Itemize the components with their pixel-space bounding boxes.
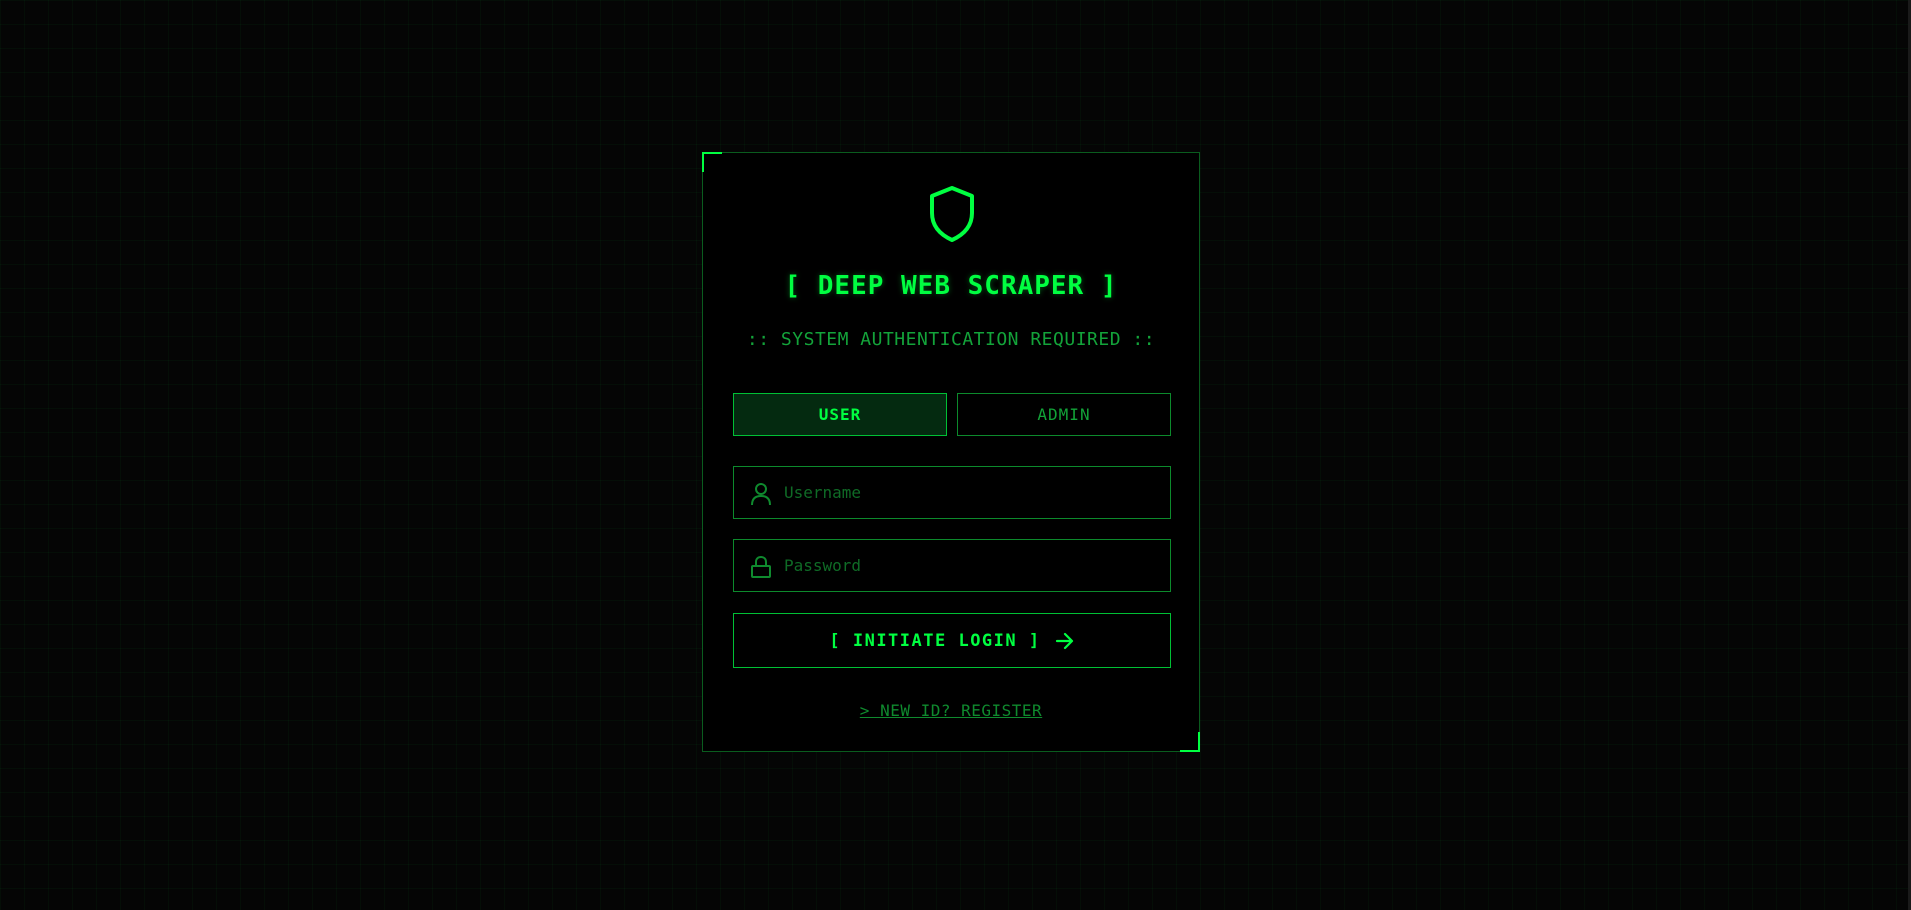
username-input[interactable] <box>784 467 1154 518</box>
register-link[interactable]: > NEW ID? REGISTER <box>703 701 1199 720</box>
password-input[interactable] <box>784 540 1154 591</box>
login-button-label: [ INITIATE LOGIN ] <box>829 630 1041 651</box>
role-tab-user[interactable]: USER <box>733 393 947 436</box>
user-icon <box>751 483 771 506</box>
role-tab-admin[interactable]: ADMIN <box>957 393 1171 436</box>
login-card: [ DEEP WEB SCRAPER ] :: SYSTEM AUTHENTIC… <box>702 152 1200 752</box>
auth-subtitle: :: SYSTEM AUTHENTICATION REQUIRED :: <box>746 329 1156 350</box>
shield-icon <box>930 186 974 242</box>
arrow-right-icon <box>1055 632 1073 649</box>
corner-accent-top-left <box>702 152 722 172</box>
app-title: [ DEEP WEB SCRAPER ] <box>784 271 1118 301</box>
username-field[interactable] <box>733 466 1171 519</box>
corner-accent-bottom-right <box>1180 732 1200 752</box>
initiate-login-button[interactable]: [ INITIATE LOGIN ] <box>733 613 1171 668</box>
password-field[interactable] <box>733 539 1171 592</box>
lock-icon <box>751 555 771 578</box>
